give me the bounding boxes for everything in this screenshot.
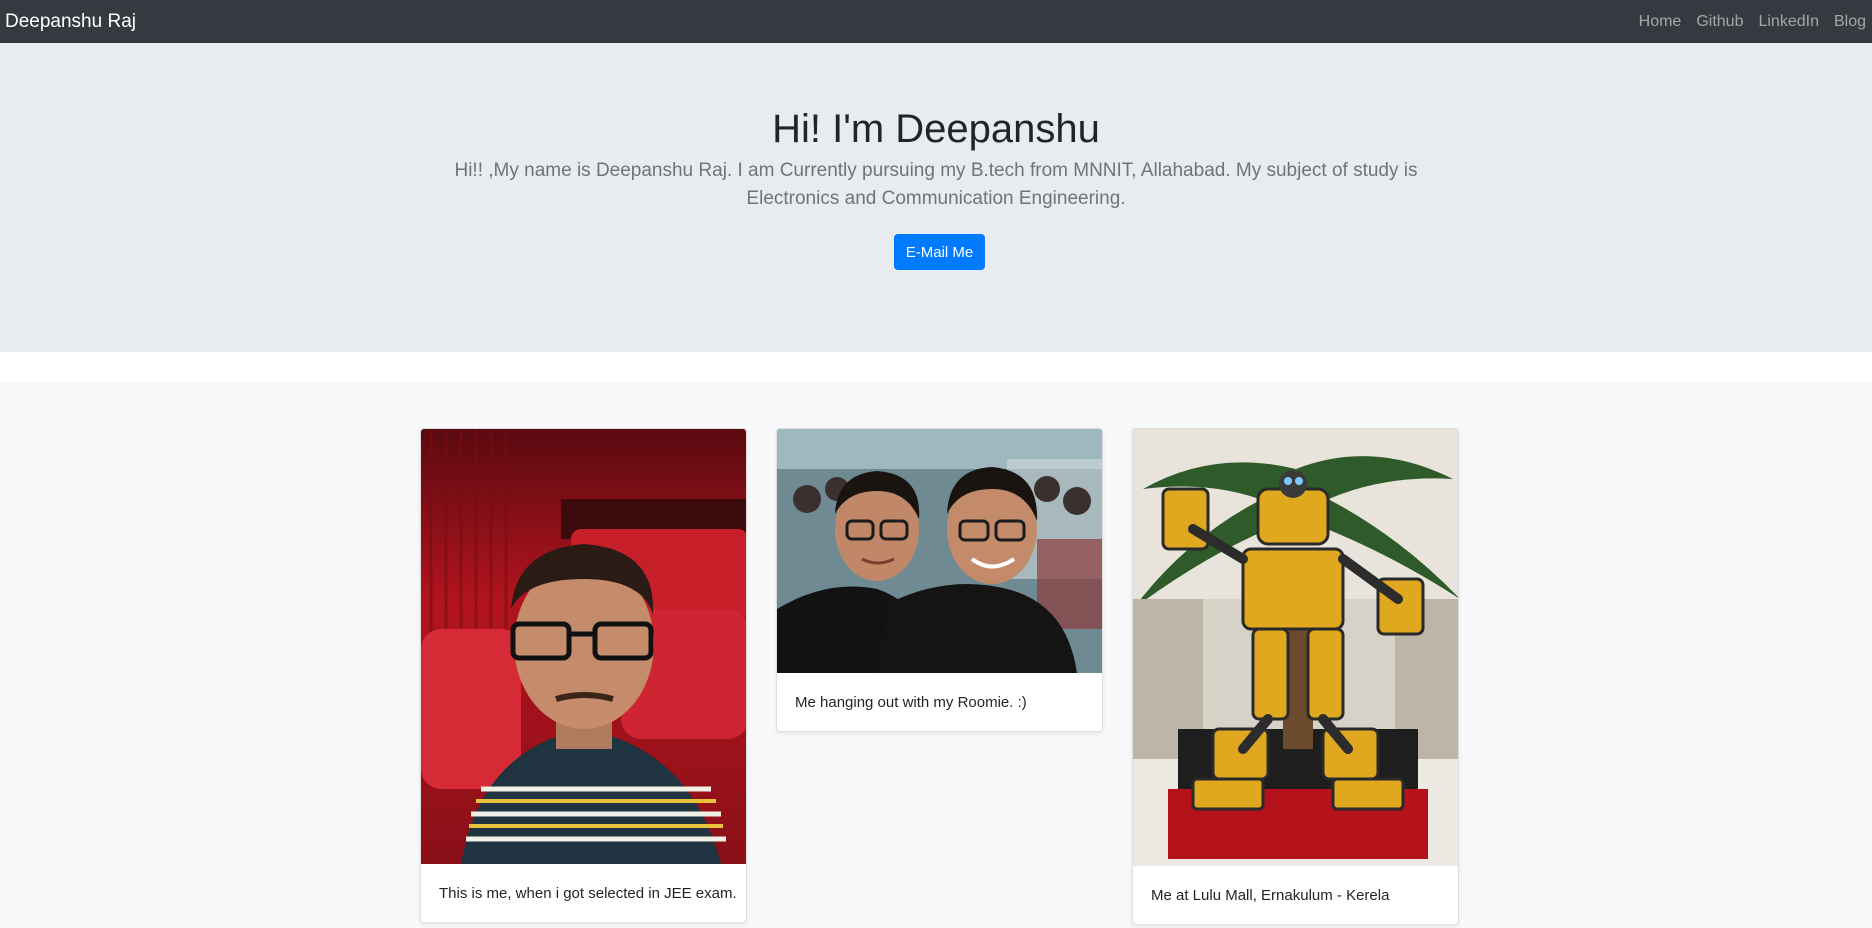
card-photo-cinema-selfie [421, 429, 746, 864]
nav-link-linkedin[interactable]: LinkedIn [1758, 13, 1819, 31]
nav-link-home[interactable]: Home [1639, 13, 1682, 31]
photo-card-roomie: Me hanging out with my Roomie. :) [776, 428, 1103, 732]
photo-card-jee: This is me, when i got selected in JEE e… [420, 428, 747, 923]
nav-link-github[interactable]: Github [1696, 13, 1743, 31]
card-body: Me hanging out with my Roomie. :) [777, 673, 1102, 731]
card-photo-robot-statue [1133, 429, 1458, 866]
photo-card-lulu-mall: Me at Lulu Mall, Ernakulum - Kerela [1132, 428, 1459, 925]
card-body: This is me, when i got selected in JEE e… [421, 864, 746, 922]
hero-jumbotron: Hi! I'm Deepanshu Hi!! ,My name is Deepa… [0, 43, 1872, 352]
card-photo-roommates [777, 429, 1102, 673]
card-body: Me at Lulu Mall, Ernakulum - Kerela [1133, 866, 1458, 924]
card-caption: This is me, when i got selected in JEE e… [439, 884, 737, 902]
nav-links: Home Github LinkedIn Blog [1624, 13, 1866, 31]
hero-lead: Hi!! ,My name is Deepanshu Raj. I am Cur… [454, 160, 1418, 209]
navbar-brand[interactable]: Deepanshu Raj [5, 11, 136, 33]
card-caption: Me hanging out with my Roomie. :) [795, 693, 1027, 711]
section-divider [0, 352, 1872, 382]
email-me-button[interactable]: E-Mail Me [894, 234, 985, 270]
hero-title: Hi! I'm Deepanshu [772, 107, 1100, 151]
nav-link-blog[interactable]: Blog [1834, 13, 1866, 31]
navbar: Deepanshu Raj Home Github LinkedIn Blog [0, 0, 1872, 43]
card-caption: Me at Lulu Mall, Ernakulum - Kerela [1151, 886, 1390, 904]
